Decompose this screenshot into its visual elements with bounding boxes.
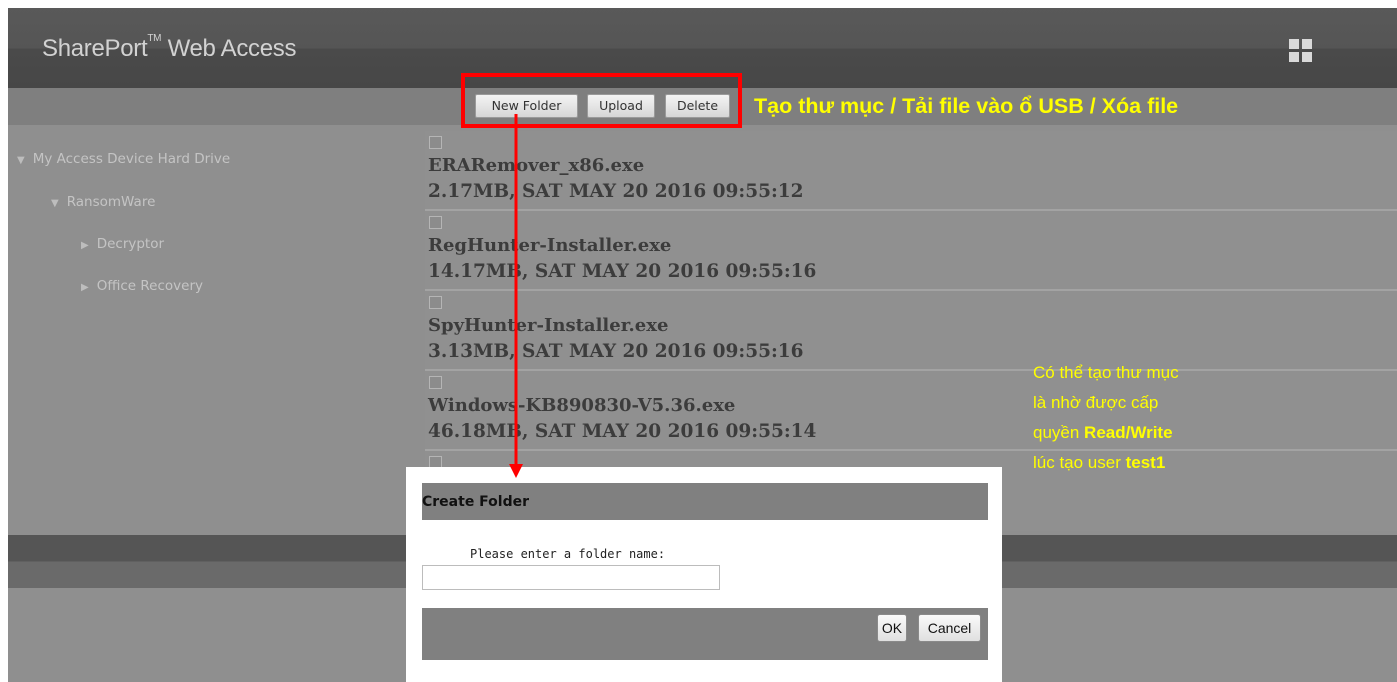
annotation-arrow — [509, 114, 523, 478]
app-window: SharePortTM Web Access New Folder Upload… — [8, 8, 1397, 682]
arrow-head — [509, 464, 523, 478]
